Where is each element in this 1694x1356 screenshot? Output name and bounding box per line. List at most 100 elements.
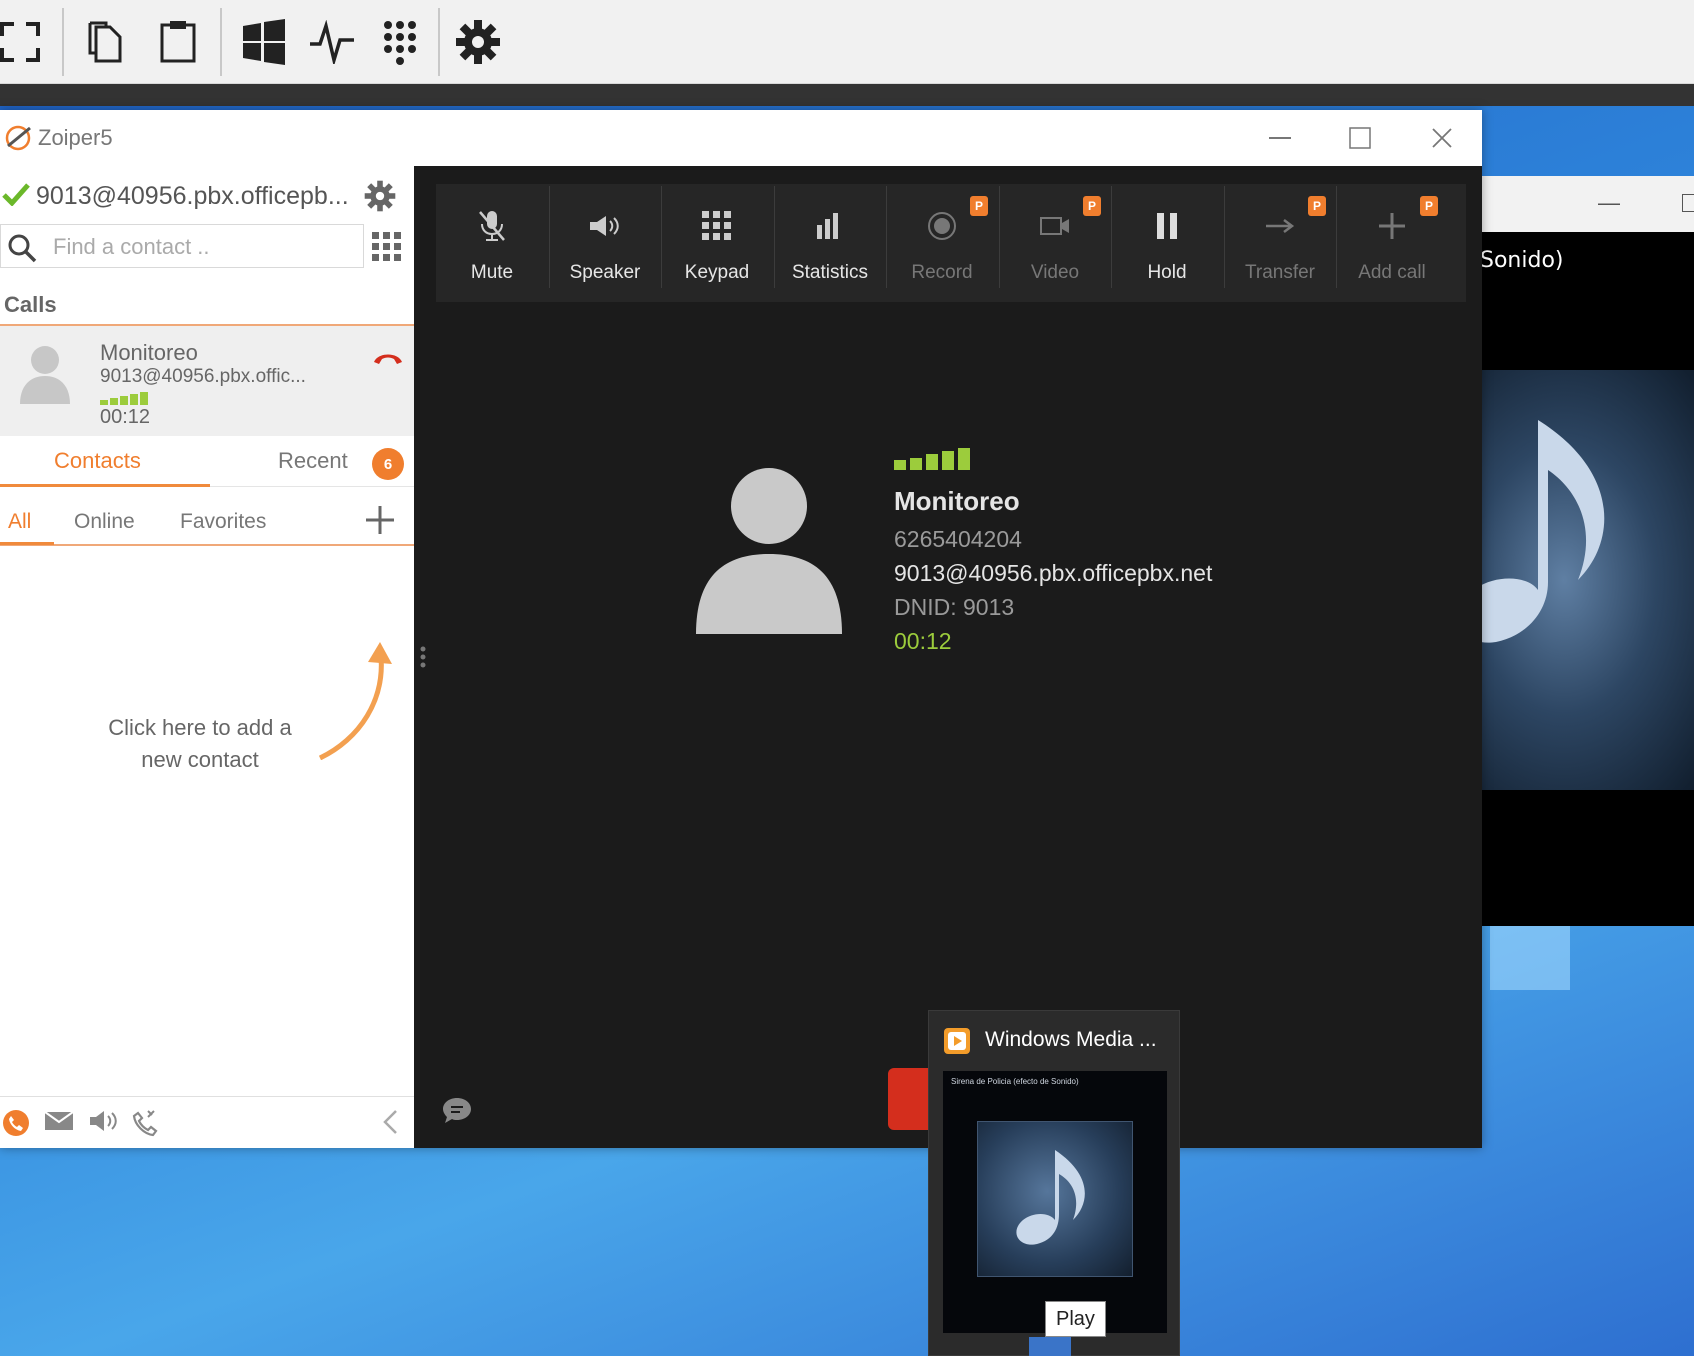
keypad-icon[interactable]: [368, 10, 432, 74]
toolbar-divider: [774, 186, 775, 288]
contact-search-input[interactable]: Find a contact ..: [0, 224, 364, 268]
minimize-button[interactable]: [1254, 118, 1306, 158]
premium-badge: P: [970, 196, 988, 216]
toolbar-button-hold[interactable]: Hold: [1111, 184, 1223, 302]
speaker-icon[interactable]: [88, 1109, 118, 1138]
avatar: [18, 344, 72, 409]
call-contact-uri: 9013@40956.pbx.offic...: [100, 366, 306, 387]
keypad-icon: [661, 204, 773, 248]
recent-count-badge: 6: [372, 448, 404, 480]
calls-header-label: Calls: [4, 292, 57, 317]
registered-check-icon: [2, 182, 30, 211]
collapse-chevron-icon[interactable]: [382, 1109, 398, 1140]
media-player-preview[interactable]: Windows Media ... Sirena de Policia (efe…: [928, 1010, 1180, 1356]
activity-icon[interactable]: [300, 10, 364, 74]
toolbar-divider: [1224, 186, 1225, 288]
add-contact-hint[interactable]: Click here to add a new contact: [90, 712, 310, 776]
toolbar-button-speaker[interactable]: Speaker: [549, 184, 661, 302]
premium-badge: P: [1420, 196, 1438, 216]
toolbar-divider: [886, 186, 887, 288]
left-panel: 9013@40956.pbx.officepb... Find a contac…: [0, 166, 414, 1148]
tab-contacts[interactable]: Contacts: [54, 448, 141, 474]
add-contact-icon[interactable]: [364, 504, 396, 541]
close-button[interactable]: [1416, 118, 1468, 158]
play-tooltip: Play: [1045, 1301, 1106, 1337]
toolbar-button-add-call[interactable]: Add call P: [1336, 184, 1448, 302]
hangup-icon[interactable]: [372, 350, 404, 371]
signal-strength-icon: [894, 448, 978, 477]
play-control[interactable]: [1029, 1337, 1071, 1356]
windows-icon[interactable]: [232, 10, 296, 74]
message-icon[interactable]: [44, 1109, 74, 1138]
panel-resize-handle[interactable]: [420, 646, 426, 673]
phone-icon[interactable]: [2, 1109, 30, 1142]
toolbar-button-keypad[interactable]: Keypad: [661, 184, 773, 302]
filter-tabs: All Online Favorites: [0, 498, 414, 546]
fullscreen-icon[interactable]: [0, 10, 52, 74]
maximize-button[interactable]: [1682, 194, 1694, 212]
toolbar-button-label: Transfer: [1244, 262, 1316, 283]
remote-toolbar: [0, 0, 1694, 84]
copy-icon[interactable]: [72, 10, 136, 74]
toolbar-button-transfer[interactable]: Transfer P: [1224, 184, 1336, 302]
zoiper-window: Zoiper5 9013@40956.pbx.officepb... Find …: [0, 110, 1482, 1148]
mic-off-icon: [436, 204, 548, 248]
active-filter-indicator: [0, 542, 54, 545]
account-row[interactable]: 9013@40956.pbx.officepb...: [0, 176, 414, 216]
toolbar-button-label: Speaker: [569, 262, 641, 283]
call-duration: 00:12: [100, 406, 151, 428]
media-song-title: Sonido): [1480, 248, 1564, 273]
toolbar-button-record[interactable]: Record P: [886, 184, 998, 302]
call-history-icon[interactable]: [132, 1109, 160, 1142]
speaker-icon: [549, 204, 661, 248]
toolbar-button-label: Hold: [1147, 262, 1187, 283]
call-toolbar: Mute Speaker Keypad Statistics Record P Video P…: [436, 184, 1466, 302]
call-timer: 00:12: [894, 628, 952, 654]
toolbar-button-mute[interactable]: Mute: [436, 184, 548, 302]
filter-all[interactable]: All: [8, 510, 31, 534]
account-name: 9013@40956.pbx.officepb...: [36, 182, 349, 210]
toolbar-divider: [661, 186, 662, 288]
toolbar-divider: [62, 8, 64, 76]
window-title: Zoiper5: [38, 125, 113, 150]
statistics-icon: [774, 204, 886, 248]
tab-recent[interactable]: Recent: [278, 448, 348, 474]
filter-favorites[interactable]: Favorites: [180, 510, 266, 534]
toolbar-button-statistics[interactable]: Statistics: [774, 184, 886, 302]
pause-icon: [1111, 204, 1223, 248]
dialpad-icon[interactable]: [372, 232, 402, 267]
album-art: [1458, 370, 1694, 790]
settings-gear-icon[interactable]: [364, 180, 396, 217]
active-call-item[interactable]: Monitoreo 9013@40956.pbx.offic... 00:12: [0, 326, 414, 436]
gear-icon[interactable]: [446, 10, 510, 74]
toolbar-divider: [220, 8, 222, 76]
toolbar-button-label: Add call: [1358, 262, 1426, 283]
call-contact-name: Monitoreo: [100, 340, 198, 365]
toolbar-divider: [1111, 186, 1112, 288]
zoiper-logo-icon: [4, 124, 34, 157]
search-icon: [7, 233, 37, 268]
chat-bubble-icon[interactable]: [442, 1096, 472, 1129]
media-player-titlebar: —: [1468, 176, 1694, 232]
media-player-window[interactable]: — Sonido): [1458, 176, 1694, 926]
toolbar-divider: [549, 186, 550, 288]
clipboard-icon[interactable]: [146, 10, 210, 74]
caller-name: Monitoreo: [894, 486, 1020, 516]
hint-arrow-icon: [318, 640, 404, 765]
toolbar-divider: [1336, 186, 1337, 288]
caller-dnid: DNID: 9013: [894, 594, 1015, 620]
caller-number: 6265404204: [894, 526, 1022, 552]
media-player-icon: [943, 1027, 971, 1060]
toolbar-button-label: Keypad: [684, 262, 750, 283]
toolbar-button-label: Record: [911, 262, 973, 283]
toolbar-button-video[interactable]: Video P: [999, 184, 1111, 302]
caller-uri: 9013@40956.pbx.officepbx.net: [894, 560, 1213, 586]
filter-online[interactable]: Online: [74, 510, 135, 534]
maximize-button[interactable]: [1334, 118, 1386, 158]
toolbar-divider: [438, 8, 440, 76]
minimize-button[interactable]: —: [1598, 190, 1620, 216]
left-footer: [0, 1096, 414, 1148]
toolbar-strip: [0, 84, 1694, 106]
music-note-icon: [977, 1121, 1133, 1277]
premium-badge: P: [1308, 196, 1326, 216]
